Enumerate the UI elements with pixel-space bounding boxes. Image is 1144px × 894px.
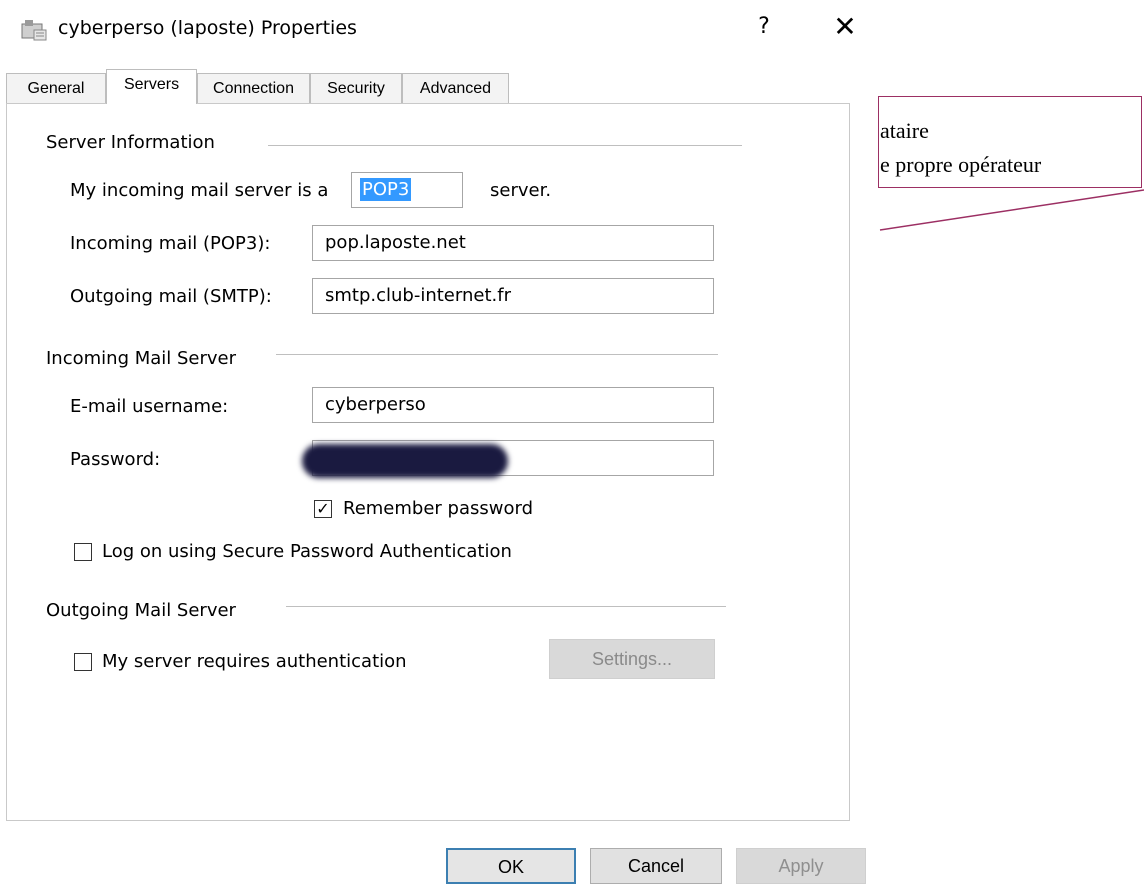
tab-security[interactable]: Security [310,73,402,103]
spa-checkbox[interactable] [74,543,92,561]
remember-password-label: Remember password [343,498,533,519]
remember-password-checkbox[interactable]: ✓ [314,500,332,518]
auth-checkbox[interactable] [74,653,92,671]
incoming-mail-input[interactable]: pop.laposte.net [312,225,714,261]
app-icon [20,18,48,44]
incoming-type-field[interactable]: POP3 [351,172,463,208]
incoming-type-value: POP3 [360,178,412,201]
callout-pointer [879,189,1144,231]
spa-label: Log on using Secure Password Authenticat… [102,541,512,562]
window-title: cyberperso (laposte) Properties [58,17,357,39]
password-label: Password: [70,449,161,470]
annotation-line-1: ataire [880,118,929,143]
group-divider [276,354,718,355]
incoming-mail-label: Incoming mail (POP3): [70,233,271,254]
tab-connection[interactable]: Connection [197,73,310,103]
redaction-mark [302,444,508,478]
incoming-type-suffix: server. [490,180,552,201]
username-label: E-mail username: [70,396,229,417]
outgoing-mail-input[interactable]: smtp.club-internet.fr [312,278,714,314]
help-button[interactable]: ? [752,14,776,39]
tab-servers[interactable]: Servers [106,69,197,104]
close-button[interactable]: ✕ [830,10,860,43]
outgoing-mail-label: Outgoing mail (SMTP): [70,286,272,307]
ok-button[interactable]: OK [446,848,576,884]
group-heading-outgoing-mail-server: Outgoing Mail Server [46,600,236,621]
group-heading-incoming-mail-server: Incoming Mail Server [46,348,237,369]
incoming-type-label: My incoming mail server is a [70,180,329,201]
annotation-line-2: e propre opérateur [880,152,1042,177]
group-divider [268,145,742,146]
tab-advanced[interactable]: Advanced [402,73,509,103]
username-input[interactable]: cyberperso [312,387,714,423]
group-divider [286,606,726,607]
apply-button[interactable]: Apply [736,848,866,884]
cancel-button[interactable]: Cancel [590,848,722,884]
settings-button[interactable]: Settings... [549,639,715,679]
group-heading-server-information: Server Information [46,132,215,153]
auth-label: My server requires authentication [102,651,407,672]
tab-general[interactable]: General [6,73,106,103]
